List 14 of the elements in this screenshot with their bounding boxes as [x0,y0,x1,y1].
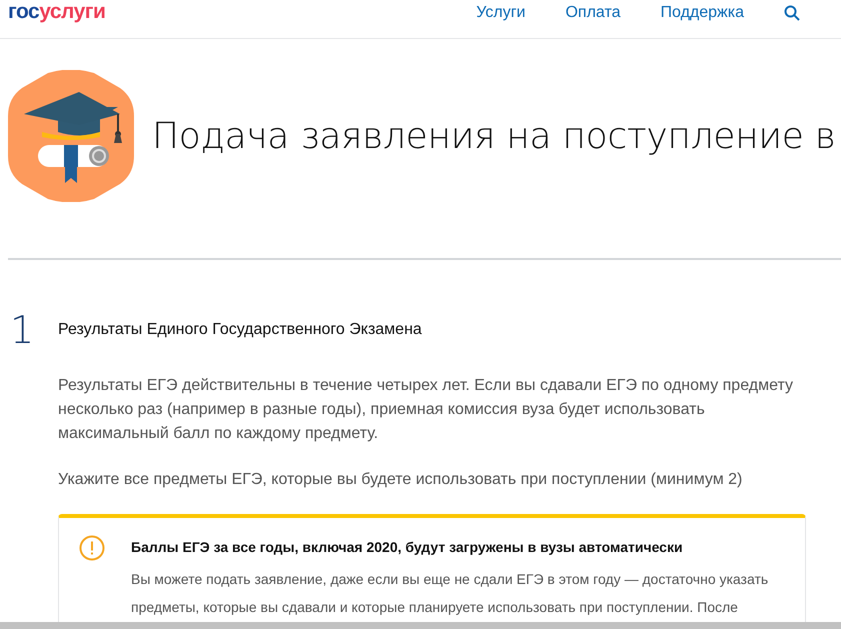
notice-text: Вы можете подать заявление, даже если вы еще не сдали ЕГЭ в этом году — достаточно указать предметы, которые вы сдавали и которые планируете использовать при поступлении. После [131,570,770,617]
nav-link[interactable]: Поддержка [660,4,744,22]
nav-link[interactable]: Оплата [565,4,621,22]
graduation-cap-diploma-icon [8,70,134,202]
page-title: Подача заявления на поступление в [152,116,836,156]
step-number: 1 [10,308,36,352]
paragraph: Результаты ЕГЭ действительны в течение четырех лет. Если вы сдавали ЕГЭ по одному предмету несколько раз (например в разные годы), приемная комиссия вуза будет использовать максимальный балл по каждому предмету. [58,376,794,444]
paragraph: Укажите все предметы ЕГЭ, которые вы будете использовать при поступлении (минимум 2) [58,470,744,490]
horizontal-scrollbar[interactable] [0,622,841,629]
notice-title: Баллы ЕГЭ за все годы, включая 2020, будут загружены в вузы автоматически [131,539,684,555]
step-title: Результаты Единого Государственного Экзамена [58,321,422,339]
gosuslugi-logo[interactable]: госуслуги [8,0,106,24]
search-icon[interactable] [784,5,800,21]
nav-link[interactable]: Услуги [476,4,526,22]
